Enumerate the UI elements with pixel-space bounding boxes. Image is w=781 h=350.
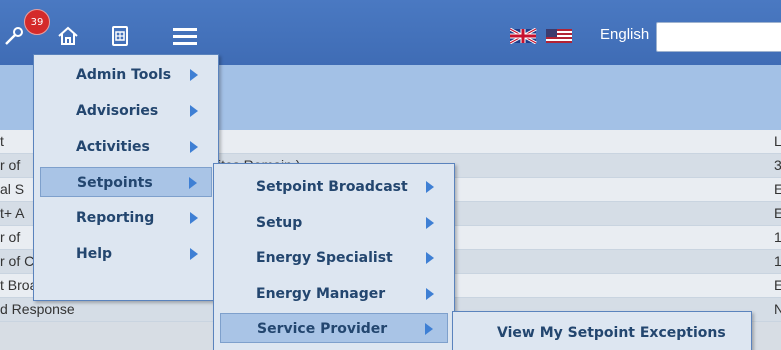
table-cell: r of xyxy=(0,157,21,173)
chevron-right-icon xyxy=(190,141,198,153)
menu-item-label: Setup xyxy=(256,215,303,231)
document-icon[interactable] xyxy=(108,24,132,48)
table-cell: al S xyxy=(0,181,25,197)
notification-badge[interactable]: 39 xyxy=(24,9,50,35)
menu-item-label: Help xyxy=(76,246,113,262)
table-cell: t xyxy=(0,133,4,149)
chevron-right-icon xyxy=(426,181,434,193)
menu-item-label: Admin Tools xyxy=(76,67,172,83)
chevron-right-icon xyxy=(425,323,433,335)
service-provider-submenu: View My Setpoint Exceptions xyxy=(452,311,752,350)
table-cell: 1 xyxy=(774,250,781,273)
chevron-right-icon xyxy=(426,288,434,300)
menu-item-label: Setpoint Broadcast xyxy=(256,179,408,195)
language-flags xyxy=(509,27,594,48)
chevron-right-icon xyxy=(189,177,197,189)
table-cell: 3 xyxy=(774,154,781,177)
menu-item-label: View My Setpoint Exceptions xyxy=(497,325,726,341)
menu-item-energy-specialist[interactable]: Energy Specialist xyxy=(220,243,448,273)
menu-item-label: Reporting xyxy=(76,210,155,226)
chevron-right-icon xyxy=(190,105,198,117)
menu-item-label: Setpoints xyxy=(77,175,153,191)
menu-item-label: Energy Manager xyxy=(256,286,386,302)
menu-item-energy-manager[interactable]: Energy Manager xyxy=(220,279,448,309)
table-cell: L xyxy=(774,130,781,153)
table-cell: 1 xyxy=(774,226,781,249)
menu-item-label: Advisories xyxy=(76,103,159,119)
search-input[interactable] xyxy=(656,22,781,52)
menu-item-setpoints[interactable]: Setpoints xyxy=(40,167,212,197)
menu-item-service-provider[interactable]: Service Provider xyxy=(220,313,448,343)
table-cell: t+ A xyxy=(0,205,25,221)
wrench-icon[interactable] xyxy=(2,24,26,48)
menu-item-setup[interactable]: Setup xyxy=(220,208,448,238)
menu-item-activities[interactable]: Activities xyxy=(40,132,212,162)
menu-item-help[interactable]: Help xyxy=(40,239,212,269)
home-icon[interactable] xyxy=(56,24,80,48)
table-cell: r of xyxy=(0,229,21,245)
language-label[interactable]: English xyxy=(600,26,649,43)
us-flag-icon xyxy=(546,29,572,43)
table-cell: N xyxy=(774,298,781,321)
menu-item-advisories[interactable]: Advisories xyxy=(40,96,212,126)
menu-item-view-my-setpoint-exceptions[interactable]: View My Setpoint Exceptions xyxy=(459,318,745,348)
setpoints-submenu: Setpoint Broadcast Setup Energy Speciali… xyxy=(213,163,455,350)
chevron-right-icon xyxy=(190,69,198,81)
menu-item-label: Service Provider xyxy=(257,321,388,337)
menu-item-admin-tools[interactable]: Admin Tools xyxy=(40,60,212,90)
main-dropdown-menu: Admin Tools Advisories Activities Setpoi… xyxy=(33,54,219,301)
menu-item-reporting[interactable]: Reporting xyxy=(40,203,212,233)
table-cell: E xyxy=(774,178,781,201)
menu-item-label: Energy Specialist xyxy=(256,250,393,266)
menu-item-label: Activities xyxy=(76,139,150,155)
uk-flag-icon xyxy=(509,27,537,45)
chevron-right-icon xyxy=(426,217,434,229)
table-cell: d Response xyxy=(0,301,75,317)
chevron-right-icon xyxy=(426,252,434,264)
table-cell: E xyxy=(774,274,781,297)
table-cell: E xyxy=(774,202,781,225)
menu-item-setpoint-broadcast[interactable]: Setpoint Broadcast xyxy=(220,172,448,202)
chevron-right-icon xyxy=(190,248,198,260)
app-frame: 39 English t r of al S t+ A r of r of t … xyxy=(0,0,781,350)
hamburger-menu-icon[interactable] xyxy=(172,24,197,48)
chevron-right-icon xyxy=(190,212,198,224)
